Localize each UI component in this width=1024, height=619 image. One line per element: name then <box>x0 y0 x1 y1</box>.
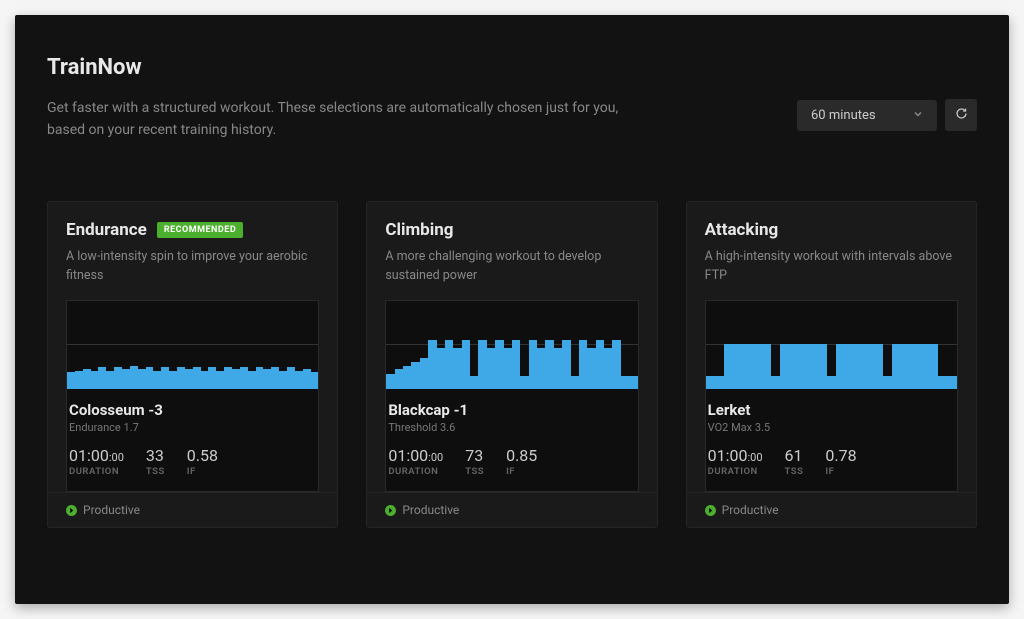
duration-select[interactable]: 60 minutes <box>797 100 937 131</box>
category-description: A high-intensity workout with intervals … <box>705 248 958 286</box>
category-title: Attacking <box>705 220 779 240</box>
stat-tss: 73 TSS <box>465 446 484 477</box>
stat-label: TSS <box>785 466 804 477</box>
category-title: Endurance <box>66 220 147 240</box>
stats-row: 01:00:00 DURATION 73 TSS 0.85 IF <box>388 446 635 491</box>
stat-label: DURATION <box>388 466 443 477</box>
header-row: TrainNow Get faster with a structured wo… <box>47 55 977 141</box>
productive-icon <box>66 505 77 516</box>
page-description: Get faster with a structured workout. Th… <box>47 98 627 141</box>
productive-icon <box>385 505 396 516</box>
stat-duration: 01:00:00 DURATION <box>69 446 124 477</box>
chevron-down-icon <box>913 108 923 123</box>
stat-label: IF <box>825 466 856 477</box>
workout-card[interactable]: Attacking A high-intensity workout with … <box>686 201 977 528</box>
productive-label: Productive <box>722 503 779 517</box>
category-title: Climbing <box>385 220 453 240</box>
card-header: Attacking <box>705 220 958 240</box>
page-title: TrainNow <box>47 55 627 80</box>
workout-name: Blackcap -1 <box>388 401 635 419</box>
stat-label: TSS <box>146 466 165 477</box>
stat-value: 01:00:00 <box>388 446 443 465</box>
stat-duration: 01:00:00 DURATION <box>388 446 443 477</box>
trainnow-panel: TrainNow Get faster with a structured wo… <box>15 15 1009 604</box>
header-controls: 60 minutes <box>797 99 977 131</box>
workout-info: Colosseum -3 Endurance 1.7 01:00:00 DURA… <box>67 389 318 491</box>
card-footer: Productive <box>48 492 337 527</box>
category-description: A more challenging workout to develop su… <box>385 248 638 286</box>
stat-value: 01:00:00 <box>69 446 124 465</box>
workout-info: Lerket VO2 Max 3.5 01:00:00 DURATION 61 … <box>706 389 957 491</box>
stat-label: DURATION <box>708 466 763 477</box>
header-left: TrainNow Get faster with a structured wo… <box>47 55 627 141</box>
stat-value: 01:00:00 <box>708 446 763 465</box>
productive-icon <box>705 505 716 516</box>
workout-chart: Blackcap -1 Threshold 3.6 01:00:00 DURAT… <box>385 300 638 492</box>
card-header: Climbing <box>385 220 638 240</box>
duration-selected-value: 60 minutes <box>811 108 876 123</box>
stat-if: 0.58 IF <box>187 446 218 477</box>
workout-chart: Colosseum -3 Endurance 1.7 01:00:00 DURA… <box>66 300 319 492</box>
refresh-button[interactable] <box>945 99 977 131</box>
workout-info: Blackcap -1 Threshold 3.6 01:00:00 DURAT… <box>386 389 637 491</box>
stat-label: IF <box>187 466 218 477</box>
category-description: A low-intensity spin to improve your aer… <box>66 248 319 286</box>
stat-if: 0.78 IF <box>825 446 856 477</box>
stat-tss: 33 TSS <box>146 446 165 477</box>
stat-if: 0.85 IF <box>506 446 537 477</box>
stat-value: 61 <box>785 446 804 465</box>
stat-value: 33 <box>146 446 165 465</box>
card-footer: Productive <box>687 492 976 527</box>
stat-value: 0.78 <box>825 446 856 465</box>
stat-value: 73 <box>465 446 484 465</box>
workout-chart: Lerket VO2 Max 3.5 01:00:00 DURATION 61 … <box>705 300 958 492</box>
stats-row: 01:00:00 DURATION 33 TSS 0.58 IF <box>69 446 316 491</box>
workout-card[interactable]: Endurance RECOMMENDED A low-intensity sp… <box>47 201 338 528</box>
workout-card[interactable]: Climbing A more challenging workout to d… <box>366 201 657 528</box>
productive-label: Productive <box>83 503 140 517</box>
stat-label: DURATION <box>69 466 124 477</box>
stat-duration: 01:00:00 DURATION <box>708 446 763 477</box>
workout-type: Endurance 1.7 <box>69 421 316 434</box>
card-header: Endurance RECOMMENDED <box>66 220 319 240</box>
stats-row: 01:00:00 DURATION 61 TSS 0.78 IF <box>708 446 955 491</box>
stat-value: 0.58 <box>187 446 218 465</box>
recommended-badge: RECOMMENDED <box>157 222 243 238</box>
workout-type: Threshold 3.6 <box>388 421 635 434</box>
stat-label: TSS <box>465 466 484 477</box>
stat-value: 0.85 <box>506 446 537 465</box>
workout-name: Colosseum -3 <box>69 401 316 419</box>
stat-tss: 61 TSS <box>785 446 804 477</box>
cards-row: Endurance RECOMMENDED A low-intensity sp… <box>47 201 977 528</box>
card-footer: Productive <box>367 492 656 527</box>
workout-type: VO2 Max 3.5 <box>708 421 955 434</box>
workout-name: Lerket <box>708 401 955 419</box>
refresh-icon <box>955 107 968 123</box>
productive-label: Productive <box>402 503 459 517</box>
stat-label: IF <box>506 466 537 477</box>
